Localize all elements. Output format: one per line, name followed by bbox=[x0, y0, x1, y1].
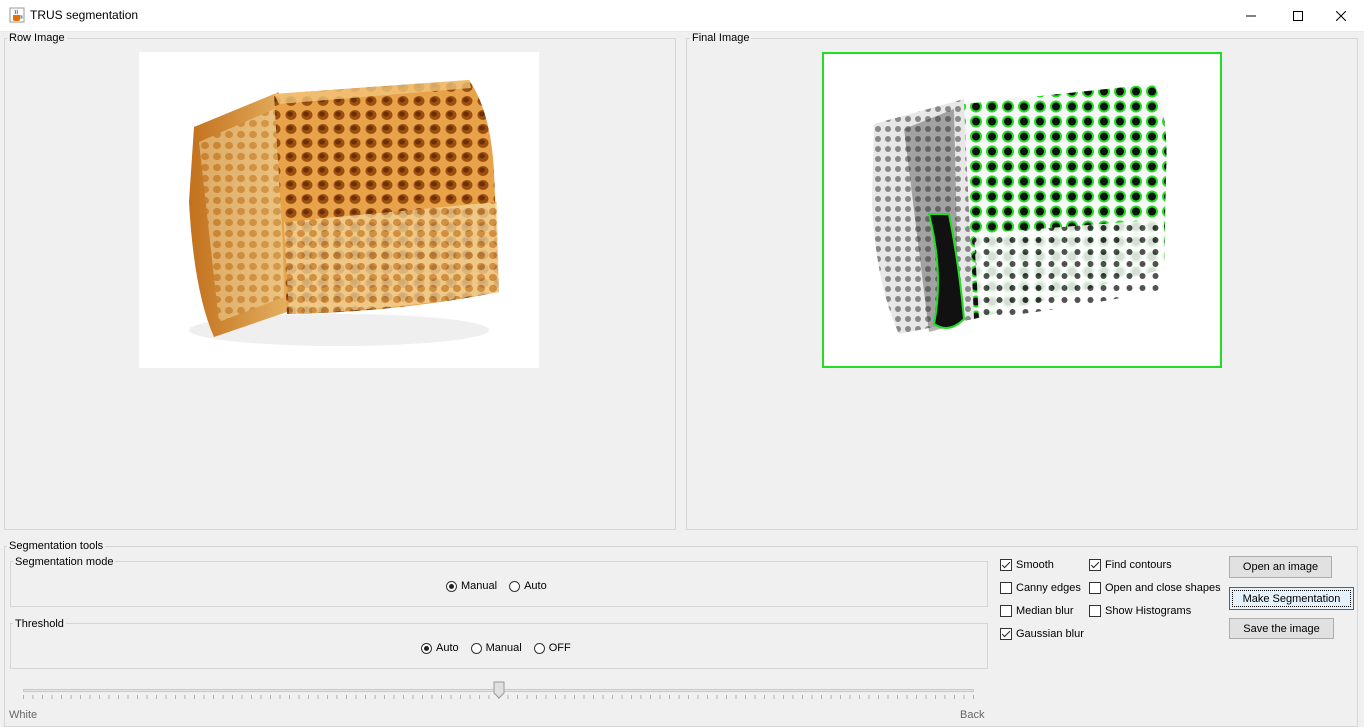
smooth-label: Smooth bbox=[1016, 559, 1054, 571]
segmentation-tools-title: Segmentation tools bbox=[7, 540, 106, 552]
slider-min-label: White bbox=[9, 709, 38, 721]
mode-auto-label: Auto bbox=[524, 580, 547, 592]
row-image-title: Row Image bbox=[7, 32, 67, 44]
mode-manual-label: Manual bbox=[461, 580, 498, 592]
show-histograms-checkbox[interactable]: Show Histograms bbox=[1089, 605, 1191, 617]
radio-icon bbox=[533, 642, 545, 654]
threshold-off-label: OFF bbox=[548, 642, 571, 654]
mode-manual-radio[interactable]: Manual bbox=[446, 580, 497, 592]
checkbox-checked-icon bbox=[1089, 559, 1101, 571]
close-icon bbox=[1336, 10, 1346, 21]
final-image-title: Final Image bbox=[690, 32, 752, 44]
checkbox-icon bbox=[1089, 605, 1101, 617]
median-blur-label: Median blur bbox=[1016, 605, 1074, 617]
checkbox-checked-icon bbox=[1000, 559, 1012, 571]
java-cup-icon bbox=[9, 7, 25, 23]
threshold-off-radio[interactable]: OFF bbox=[533, 642, 571, 654]
mode-auto-radio[interactable]: Auto bbox=[509, 580, 547, 592]
segmentation-mode-options: Manual Auto bbox=[446, 580, 559, 592]
threshold-options: Auto Manual OFF bbox=[421, 642, 583, 654]
maximize-button[interactable] bbox=[1275, 0, 1321, 31]
threshold-auto-radio[interactable]: Auto bbox=[421, 642, 459, 654]
smooth-checkbox[interactable]: Smooth bbox=[1000, 559, 1054, 571]
canny-edges-checkbox[interactable]: Canny edges bbox=[1000, 582, 1081, 594]
radio-icon bbox=[470, 642, 482, 654]
minimize-icon bbox=[1246, 15, 1256, 16]
checkbox-icon bbox=[1000, 582, 1012, 594]
segmentation-mode-title: Segmentation mode bbox=[13, 556, 116, 568]
window-title: TRUS segmentation bbox=[30, 8, 139, 22]
maximize-icon bbox=[1293, 10, 1303, 21]
radio-selected-icon bbox=[421, 642, 432, 654]
checkbox-checked-icon bbox=[1000, 628, 1012, 640]
save-image-button[interactable]: Save the image bbox=[1229, 618, 1334, 639]
gaussian-blur-label: Gaussian blur bbox=[1016, 628, 1084, 640]
checkbox-icon bbox=[1089, 582, 1101, 594]
open-close-shapes-checkbox[interactable]: Open and close shapes bbox=[1089, 582, 1221, 594]
checkbox-icon bbox=[1000, 605, 1012, 617]
find-contours-checkbox[interactable]: Find contours bbox=[1089, 559, 1172, 571]
threshold-auto-label: Auto bbox=[436, 642, 459, 654]
threshold-manual-radio[interactable]: Manual bbox=[470, 642, 522, 654]
gaussian-blur-checkbox[interactable]: Gaussian blur bbox=[1000, 628, 1084, 640]
show-histograms-label: Show Histograms bbox=[1105, 605, 1192, 617]
honeycomb-photo bbox=[189, 80, 499, 346]
threshold-manual-label: Manual bbox=[485, 642, 522, 654]
row-image bbox=[139, 52, 539, 368]
slider-max-label: Back bbox=[960, 709, 985, 721]
threshold-title: Threshold bbox=[13, 618, 66, 630]
radio-selected-icon bbox=[446, 580, 457, 592]
find-contours-label: Find contours bbox=[1105, 559, 1172, 571]
radio-icon bbox=[509, 580, 521, 592]
title-bar: TRUS segmentation bbox=[0, 0, 1364, 32]
median-blur-checkbox[interactable]: Median blur bbox=[1000, 605, 1073, 617]
minimize-button[interactable] bbox=[1228, 0, 1274, 31]
segmented-image bbox=[872, 84, 1167, 334]
make-segmentation-button[interactable]: Make Segmentation bbox=[1229, 587, 1354, 610]
close-button[interactable] bbox=[1318, 0, 1364, 31]
canny-edges-label: Canny edges bbox=[1016, 582, 1081, 594]
threshold-slider-thumb[interactable] bbox=[493, 681, 505, 699]
open-close-shapes-label: Open and close shapes bbox=[1105, 582, 1221, 594]
open-image-button[interactable]: Open an image bbox=[1229, 556, 1332, 578]
final-image bbox=[822, 52, 1222, 368]
